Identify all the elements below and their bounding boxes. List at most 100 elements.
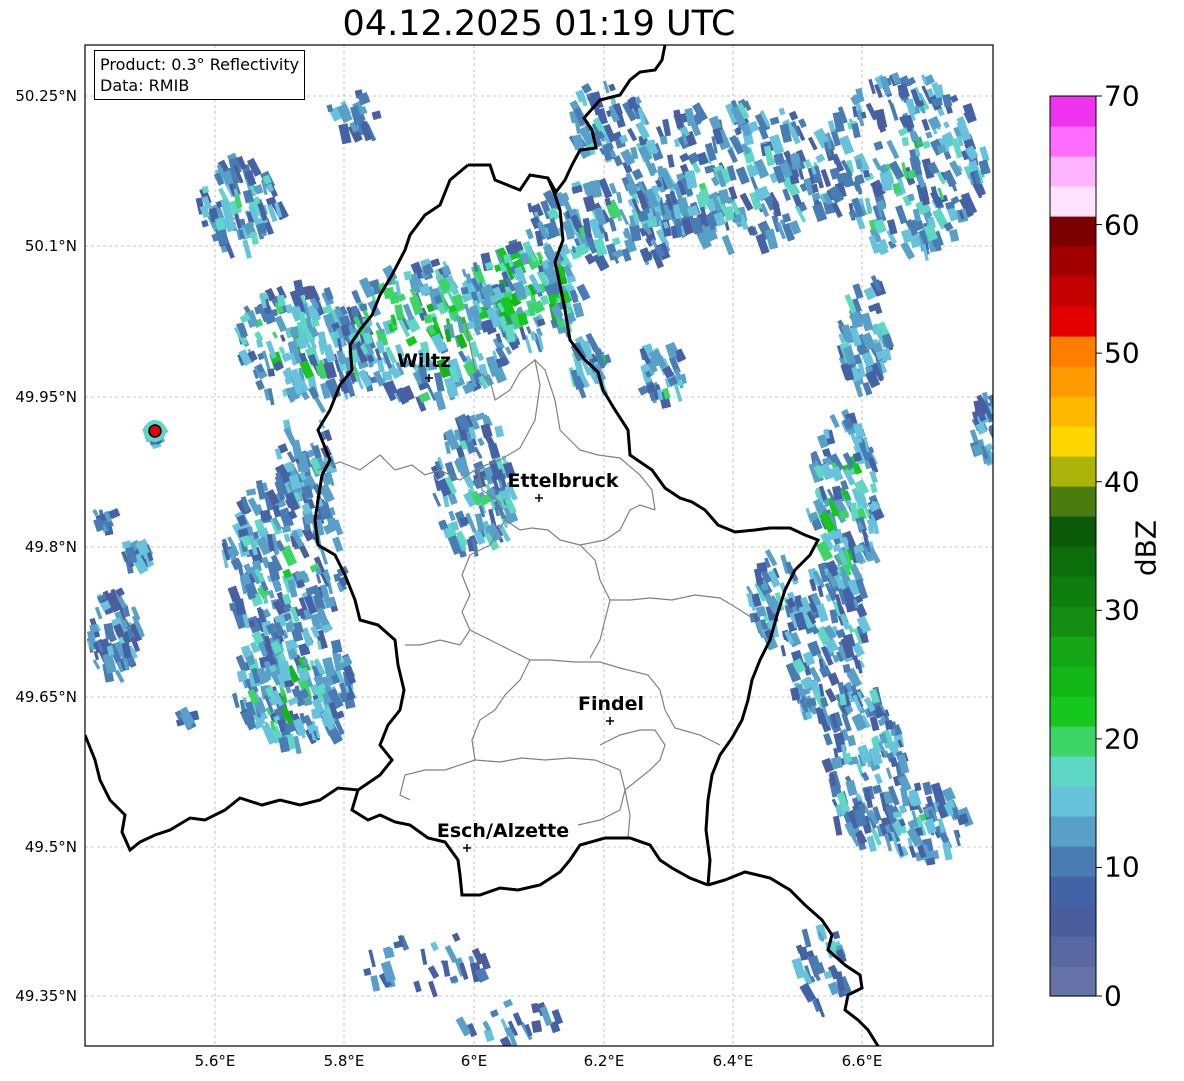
product-label: Product: 0.3° Reflectivity [100,55,300,74]
echo-cell [922,781,933,796]
product-info-box: Product: 0.3° Reflectivity Data: RMIB [94,50,306,100]
colorbar-segment [1050,366,1096,397]
echo-cell [851,122,861,139]
colorbar-segment [1050,966,1096,997]
colorbar-segment [1050,126,1096,157]
colorbar-segment [1050,426,1096,457]
echo-cell [433,390,447,411]
colorbar-segment [1050,186,1096,217]
colorbar-tick-0: 0 [1104,979,1122,1013]
colorbar-segment [1050,156,1096,187]
colorbar-segment [1050,876,1096,907]
city-label-esch-alzette: Esch/Alzette [436,820,570,842]
lon-label-5-6: 5.6°E [194,1052,236,1070]
colorbar-segment [1050,246,1096,277]
echo-cell [823,732,833,746]
echo-cell [865,198,873,213]
echo-cell [430,941,439,952]
echo-cell [281,525,292,534]
echo-cell [885,767,893,780]
echo-cell [503,998,514,1009]
canton-border-segment-9 [664,709,721,746]
echo-cell [504,346,512,355]
colorbar-unit-label: dBZ [1129,519,1163,577]
echo-cell [988,422,993,439]
echo-cell [874,773,883,785]
echo-cell [227,585,242,603]
radar-map [84,44,1102,1047]
echo-cell [283,533,291,543]
colorbar-segment [1050,726,1096,757]
echo-cell [807,136,818,151]
lat-label-50-1: 50.1°N [24,237,77,255]
echo-cell [92,509,99,517]
echo-cell [829,413,840,429]
echo-cell [394,304,405,320]
echo-cell [245,488,257,496]
lon-label-6-6: 6.6°E [841,1052,883,1070]
colorbar-segment [1050,756,1096,787]
echo-cell [853,423,865,438]
echo-cell [869,716,880,732]
colorbar-segment [1050,606,1096,637]
echo-cell [285,686,292,694]
echo-cell [613,155,624,167]
echo-cell [531,1019,543,1034]
country-border-segment-2 [350,789,709,897]
city-label-wiltz: Wiltz [396,350,452,372]
country-border-segment-3 [546,177,821,886]
echo-cell [815,153,826,164]
echo-cell [278,346,286,356]
echo-cell [445,318,451,326]
echo-cell [979,146,990,162]
canton-border-segment-13 [624,789,631,839]
colorbar-segment [1050,576,1096,607]
echo-cell [326,104,334,113]
echo-cell [448,510,456,522]
colorbar-tick-30: 30 [1104,593,1140,627]
colorbar-tick-20: 20 [1104,722,1140,756]
echo-cell [130,606,141,621]
echo-cell [368,949,376,968]
colorbar-segment [1050,786,1096,817]
canton-border-segment-10 [399,759,476,801]
echo-cell [256,338,264,348]
echo-cell [428,980,438,998]
echo-cell [778,107,786,116]
echo-cell [679,152,690,163]
echo-cell [494,425,505,438]
canton-border-segment-5 [579,544,756,621]
colorbar-segment [1050,816,1096,847]
echo-cell [201,219,209,228]
colorbar-segment [1050,336,1096,367]
echo-cell [89,623,99,633]
echo-cell [363,967,372,976]
echo-cell [631,168,644,181]
colorbar-tick-40: 40 [1104,465,1140,499]
echo-cell [265,340,277,360]
lon-label-5-8: 5.8°E [323,1052,365,1070]
colorbar-segment [1050,396,1096,427]
colorbar-segment [1050,456,1096,487]
echo-cell [602,80,610,94]
colorbar-segment [1050,936,1096,967]
echo-cell [216,229,229,246]
echo-cell [838,135,855,155]
echo-cell [94,606,103,620]
radar-echoes [86,72,993,1046]
echo-cell [231,693,240,709]
echo-cell [576,283,591,301]
echo-cell [539,1005,553,1027]
colorbar-segment [1050,216,1096,247]
echo-cell [895,204,908,225]
echo-cell [403,270,413,281]
echo-cell [841,713,852,732]
lat-label-49-8: 49.8°N [24,538,77,556]
city-label-findel: Findel [577,693,645,715]
echo-cell [250,231,259,246]
echo-cell [616,191,623,204]
echo-cell [943,121,950,129]
echo-cell [460,286,469,295]
colorbar-segment [1050,306,1096,337]
colorbar-segment [1050,906,1096,937]
